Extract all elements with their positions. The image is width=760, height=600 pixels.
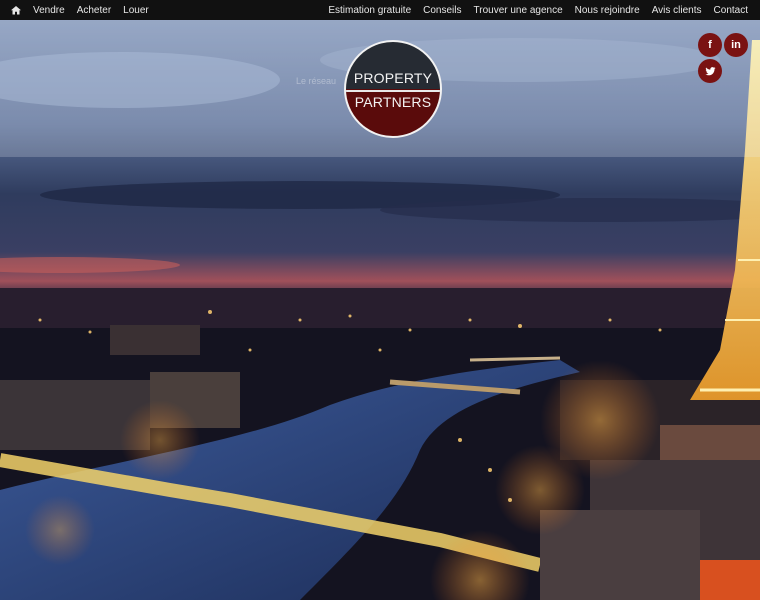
nav-right-group: Estimation gratuite Conseils Trouver une…	[316, 5, 748, 16]
twitter-button[interactable]	[698, 59, 722, 83]
linkedin-button[interactable]: in	[724, 33, 748, 57]
nav-link-conseils[interactable]: Conseils	[423, 5, 461, 16]
linkedin-icon: in	[731, 38, 741, 51]
facebook-button[interactable]: f	[698, 33, 722, 57]
twitter-bird-icon	[704, 66, 716, 75]
nav-link-acheter[interactable]: Acheter	[77, 5, 111, 16]
nav-link-trouver-agence[interactable]: Trouver une agence	[474, 5, 563, 16]
nav-left-group: Vendre Acheter Louer	[11, 5, 149, 16]
nav-link-vendre[interactable]: Vendre	[33, 5, 65, 16]
facebook-icon: f	[708, 38, 712, 51]
logo-word-partners: PARTNERS	[354, 94, 432, 110]
property-partners-logo[interactable]: PROPERTY PARTNERS	[344, 40, 442, 138]
nav-link-contact[interactable]: Contact	[714, 5, 748, 16]
nav-link-avis-clients[interactable]: Avis clients	[652, 5, 702, 16]
logo-divider	[346, 90, 440, 92]
home-icon[interactable]	[11, 5, 21, 15]
logo-word-property: PROPERTY	[353, 70, 433, 86]
nav-link-nous-rejoindre[interactable]: Nous rejoindre	[575, 5, 640, 16]
top-navigation: Vendre Acheter Louer Estimation gratuite…	[0, 0, 760, 20]
logo-tagline: Le réseau	[296, 76, 337, 86]
nav-link-louer[interactable]: Louer	[123, 5, 149, 16]
nav-link-estimation-gratuite[interactable]: Estimation gratuite	[328, 5, 411, 16]
